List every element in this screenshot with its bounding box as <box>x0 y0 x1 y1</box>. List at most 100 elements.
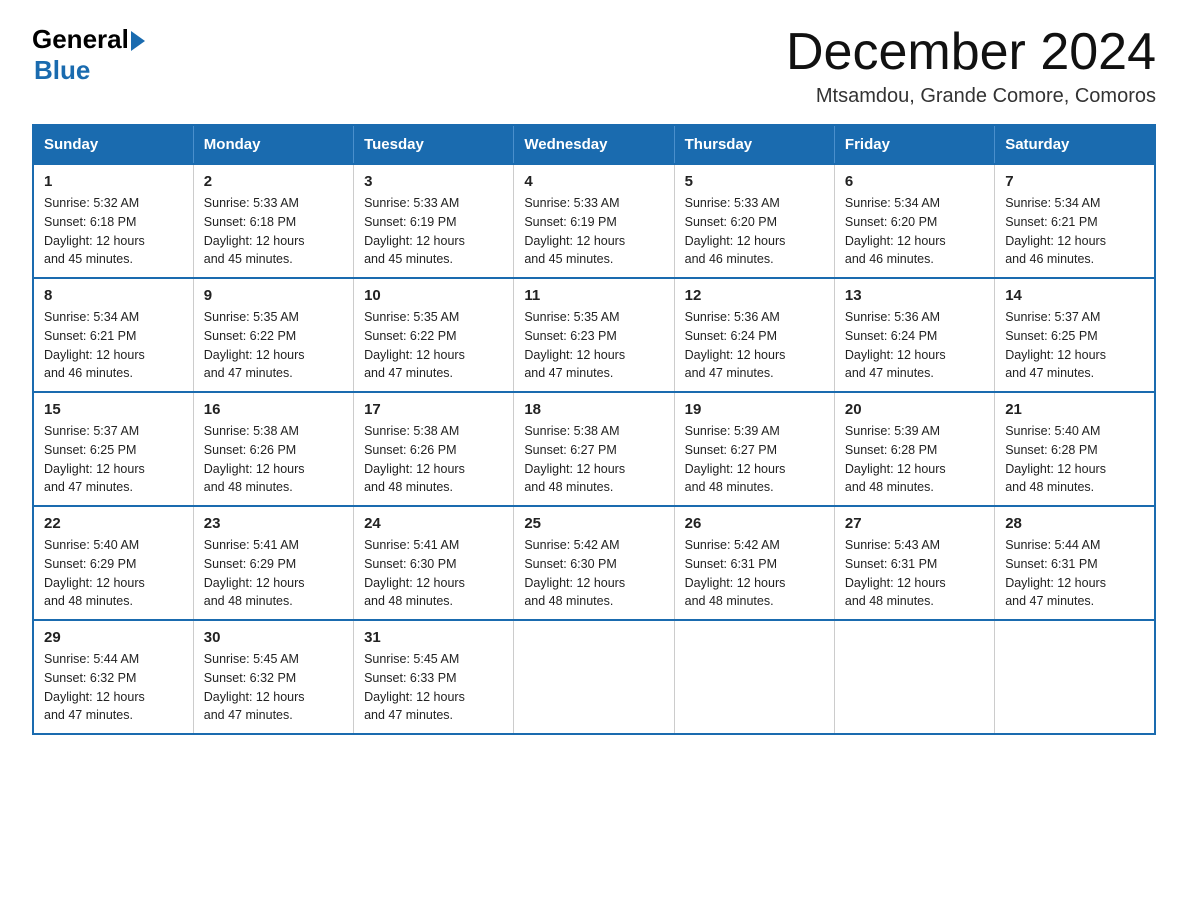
day-info: Sunrise: 5:42 AMSunset: 6:30 PMDaylight:… <box>524 538 625 608</box>
day-info: Sunrise: 5:40 AMSunset: 6:29 PMDaylight:… <box>44 538 145 608</box>
day-number: 11 <box>524 287 663 304</box>
logo-general-text: General <box>32 24 129 55</box>
calendar-week-row: 1 Sunrise: 5:32 AMSunset: 6:18 PMDayligh… <box>33 164 1155 278</box>
day-number: 26 <box>685 515 824 532</box>
calendar-day-cell: 15 Sunrise: 5:37 AMSunset: 6:25 PMDaylig… <box>33 392 193 506</box>
day-info: Sunrise: 5:35 AMSunset: 6:23 PMDaylight:… <box>524 310 625 380</box>
calendar-day-cell: 12 Sunrise: 5:36 AMSunset: 6:24 PMDaylig… <box>674 278 834 392</box>
calendar-week-row: 15 Sunrise: 5:37 AMSunset: 6:25 PMDaylig… <box>33 392 1155 506</box>
day-number: 19 <box>685 401 824 418</box>
day-info: Sunrise: 5:34 AMSunset: 6:20 PMDaylight:… <box>845 196 946 266</box>
day-number: 8 <box>44 287 183 304</box>
calendar-header-cell: Friday <box>834 125 994 164</box>
calendar-day-cell: 9 Sunrise: 5:35 AMSunset: 6:22 PMDayligh… <box>193 278 353 392</box>
calendar-header-cell: Monday <box>193 125 353 164</box>
calendar-header-cell: Saturday <box>995 125 1155 164</box>
calendar-day-cell: 5 Sunrise: 5:33 AMSunset: 6:20 PMDayligh… <box>674 164 834 278</box>
calendar-header-cell: Thursday <box>674 125 834 164</box>
day-info: Sunrise: 5:34 AMSunset: 6:21 PMDaylight:… <box>44 310 145 380</box>
day-info: Sunrise: 5:34 AMSunset: 6:21 PMDaylight:… <box>1005 196 1106 266</box>
calendar-day-cell: 3 Sunrise: 5:33 AMSunset: 6:19 PMDayligh… <box>354 164 514 278</box>
calendar-day-cell: 28 Sunrise: 5:44 AMSunset: 6:31 PMDaylig… <box>995 506 1155 620</box>
calendar-day-cell: 25 Sunrise: 5:42 AMSunset: 6:30 PMDaylig… <box>514 506 674 620</box>
calendar-day-cell: 6 Sunrise: 5:34 AMSunset: 6:20 PMDayligh… <box>834 164 994 278</box>
day-info: Sunrise: 5:33 AMSunset: 6:18 PMDaylight:… <box>204 196 305 266</box>
page-header: General Blue December 2024 Mtsamdou, Gra… <box>32 24 1156 108</box>
calendar-day-cell: 10 Sunrise: 5:35 AMSunset: 6:22 PMDaylig… <box>354 278 514 392</box>
calendar-day-cell: 7 Sunrise: 5:34 AMSunset: 6:21 PMDayligh… <box>995 164 1155 278</box>
day-info: Sunrise: 5:37 AMSunset: 6:25 PMDaylight:… <box>44 424 145 494</box>
day-number: 23 <box>204 515 343 532</box>
day-number: 20 <box>845 401 984 418</box>
day-number: 1 <box>44 173 183 190</box>
calendar-header-row: SundayMondayTuesdayWednesdayThursdayFrid… <box>33 125 1155 164</box>
calendar-table: SundayMondayTuesdayWednesdayThursdayFrid… <box>32 124 1156 735</box>
calendar-week-row: 8 Sunrise: 5:34 AMSunset: 6:21 PMDayligh… <box>33 278 1155 392</box>
day-number: 27 <box>845 515 984 532</box>
calendar-header-cell: Tuesday <box>354 125 514 164</box>
day-number: 28 <box>1005 515 1144 532</box>
day-info: Sunrise: 5:38 AMSunset: 6:27 PMDaylight:… <box>524 424 625 494</box>
day-info: Sunrise: 5:43 AMSunset: 6:31 PMDaylight:… <box>845 538 946 608</box>
day-number: 29 <box>44 629 183 646</box>
day-number: 5 <box>685 173 824 190</box>
day-number: 15 <box>44 401 183 418</box>
calendar-day-cell <box>674 620 834 734</box>
calendar-day-cell: 14 Sunrise: 5:37 AMSunset: 6:25 PMDaylig… <box>995 278 1155 392</box>
calendar-day-cell: 1 Sunrise: 5:32 AMSunset: 6:18 PMDayligh… <box>33 164 193 278</box>
calendar-day-cell: 31 Sunrise: 5:45 AMSunset: 6:33 PMDaylig… <box>354 620 514 734</box>
day-number: 2 <box>204 173 343 190</box>
day-info: Sunrise: 5:45 AMSunset: 6:33 PMDaylight:… <box>364 652 465 722</box>
day-number: 30 <box>204 629 343 646</box>
calendar-day-cell: 20 Sunrise: 5:39 AMSunset: 6:28 PMDaylig… <box>834 392 994 506</box>
calendar-day-cell: 30 Sunrise: 5:45 AMSunset: 6:32 PMDaylig… <box>193 620 353 734</box>
calendar-day-cell: 11 Sunrise: 5:35 AMSunset: 6:23 PMDaylig… <box>514 278 674 392</box>
title-area: December 2024 Mtsamdou, Grande Comore, C… <box>786 24 1156 108</box>
calendar-day-cell: 2 Sunrise: 5:33 AMSunset: 6:18 PMDayligh… <box>193 164 353 278</box>
day-number: 10 <box>364 287 503 304</box>
calendar-day-cell: 23 Sunrise: 5:41 AMSunset: 6:29 PMDaylig… <box>193 506 353 620</box>
day-info: Sunrise: 5:44 AMSunset: 6:31 PMDaylight:… <box>1005 538 1106 608</box>
day-number: 3 <box>364 173 503 190</box>
calendar-day-cell: 19 Sunrise: 5:39 AMSunset: 6:27 PMDaylig… <box>674 392 834 506</box>
calendar-day-cell: 17 Sunrise: 5:38 AMSunset: 6:26 PMDaylig… <box>354 392 514 506</box>
day-number: 17 <box>364 401 503 418</box>
page-title: December 2024 <box>786 24 1156 81</box>
calendar-day-cell: 16 Sunrise: 5:38 AMSunset: 6:26 PMDaylig… <box>193 392 353 506</box>
calendar-day-cell: 22 Sunrise: 5:40 AMSunset: 6:29 PMDaylig… <box>33 506 193 620</box>
day-number: 12 <box>685 287 824 304</box>
logo: General Blue <box>32 24 145 86</box>
day-number: 7 <box>1005 173 1144 190</box>
calendar-day-cell: 13 Sunrise: 5:36 AMSunset: 6:24 PMDaylig… <box>834 278 994 392</box>
calendar-day-cell <box>995 620 1155 734</box>
day-info: Sunrise: 5:44 AMSunset: 6:32 PMDaylight:… <box>44 652 145 722</box>
day-info: Sunrise: 5:38 AMSunset: 6:26 PMDaylight:… <box>364 424 465 494</box>
day-number: 25 <box>524 515 663 532</box>
day-info: Sunrise: 5:32 AMSunset: 6:18 PMDaylight:… <box>44 196 145 266</box>
calendar-day-cell: 4 Sunrise: 5:33 AMSunset: 6:19 PMDayligh… <box>514 164 674 278</box>
day-number: 9 <box>204 287 343 304</box>
day-info: Sunrise: 5:39 AMSunset: 6:27 PMDaylight:… <box>685 424 786 494</box>
day-info: Sunrise: 5:40 AMSunset: 6:28 PMDaylight:… <box>1005 424 1106 494</box>
calendar-day-cell: 26 Sunrise: 5:42 AMSunset: 6:31 PMDaylig… <box>674 506 834 620</box>
calendar-day-cell <box>514 620 674 734</box>
day-info: Sunrise: 5:36 AMSunset: 6:24 PMDaylight:… <box>685 310 786 380</box>
day-info: Sunrise: 5:35 AMSunset: 6:22 PMDaylight:… <box>364 310 465 380</box>
day-number: 22 <box>44 515 183 532</box>
day-info: Sunrise: 5:33 AMSunset: 6:20 PMDaylight:… <box>685 196 786 266</box>
day-number: 21 <box>1005 401 1144 418</box>
calendar-day-cell: 18 Sunrise: 5:38 AMSunset: 6:27 PMDaylig… <box>514 392 674 506</box>
day-info: Sunrise: 5:37 AMSunset: 6:25 PMDaylight:… <box>1005 310 1106 380</box>
day-number: 13 <box>845 287 984 304</box>
day-number: 18 <box>524 401 663 418</box>
calendar-week-row: 29 Sunrise: 5:44 AMSunset: 6:32 PMDaylig… <box>33 620 1155 734</box>
page-subtitle: Mtsamdou, Grande Comore, Comoros <box>786 85 1156 108</box>
day-info: Sunrise: 5:35 AMSunset: 6:22 PMDaylight:… <box>204 310 305 380</box>
calendar-header-cell: Sunday <box>33 125 193 164</box>
day-info: Sunrise: 5:42 AMSunset: 6:31 PMDaylight:… <box>685 538 786 608</box>
day-info: Sunrise: 5:36 AMSunset: 6:24 PMDaylight:… <box>845 310 946 380</box>
logo-arrow-icon <box>131 31 145 51</box>
day-number: 4 <box>524 173 663 190</box>
day-number: 16 <box>204 401 343 418</box>
day-info: Sunrise: 5:41 AMSunset: 6:30 PMDaylight:… <box>364 538 465 608</box>
